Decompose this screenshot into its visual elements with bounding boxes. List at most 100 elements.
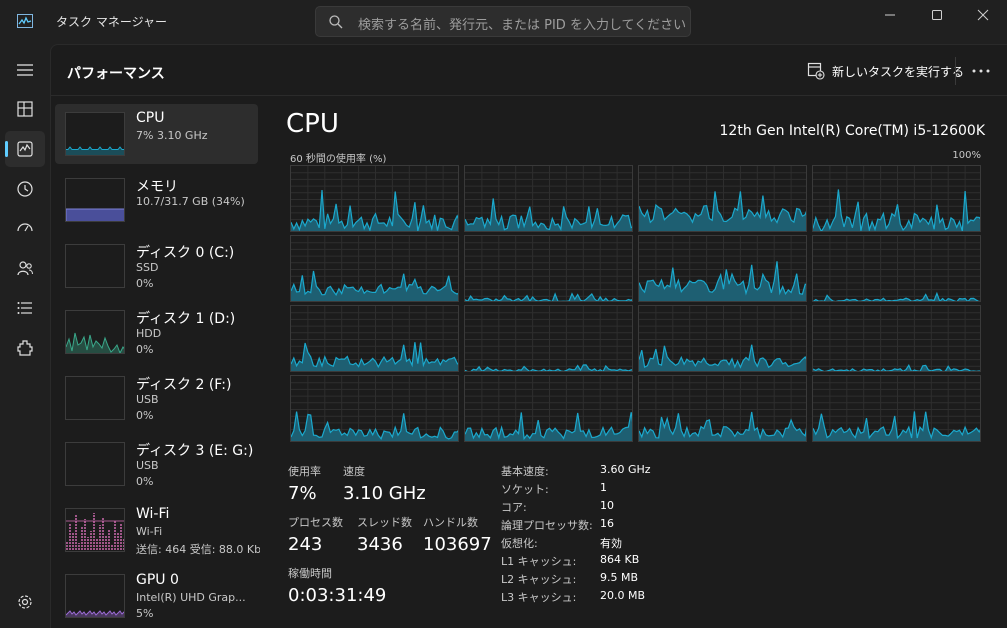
settings-icon[interactable] [17, 594, 33, 610]
cpu-core-graph-7 [812, 235, 981, 302]
spec-value: 16 [600, 517, 614, 530]
detail-title: CPU [286, 109, 339, 139]
uptime-value: 0:03:31:49 [288, 585, 387, 606]
resource-item-disk-2[interactable]: ディスク 2 (F:) USB 0% [55, 368, 258, 428]
close-icon [977, 9, 989, 21]
startup-icon [17, 223, 33, 232]
more-icon [972, 69, 990, 73]
resource-name: GPU 0 [136, 572, 179, 588]
nav-menu-toggle[interactable] [5, 52, 45, 88]
spec-label: L3 キャッシュ: [501, 591, 577, 604]
resource-name: メモリ [136, 179, 178, 195]
resource-detail-2: 送信: 464 受信: 88.0 Kbps [136, 543, 260, 556]
resource-thumbnail-graph [65, 244, 125, 288]
resource-detail-2: 0% [136, 409, 154, 422]
resource-detail-2: 5% [136, 607, 154, 620]
nav-processes[interactable] [5, 91, 45, 127]
performance-icon [17, 141, 33, 157]
resource-detail-1: Intel(R) UHD Grap... [136, 591, 246, 604]
cpu-core-graph-4 [290, 235, 459, 302]
spec-label: L2 キャッシュ: [501, 573, 577, 586]
spec-value: 3.60 GHz [600, 463, 651, 476]
maximize-button[interactable] [914, 0, 960, 32]
app-history-icon [17, 181, 33, 197]
close-button[interactable] [960, 0, 1006, 32]
nav-users[interactable] [5, 250, 45, 286]
cpu-core-graph-6 [638, 235, 807, 302]
minimize-icon [885, 14, 895, 16]
resource-thumbnail-graph [65, 508, 125, 552]
cpu-core-graph-12 [290, 375, 459, 442]
minimize-button[interactable] [867, 0, 913, 32]
usage-value: 7% [288, 483, 317, 504]
run-task-icon [807, 62, 825, 80]
header-divider [955, 57, 956, 85]
cpu-core-graph-5 [464, 235, 633, 302]
resource-item-disk-1[interactable]: ディスク 1 (D:) HDD 0% [55, 302, 258, 362]
search-placeholder[interactable]: 検索する名前、発行元、または PID を入力してください [358, 14, 686, 33]
spec-value: 20.0 MB [600, 589, 646, 602]
resource-item-disk-0[interactable]: ディスク 0 (C:) SSD 0% [55, 236, 258, 296]
handles-value: 103697 [423, 534, 492, 555]
more-options-button[interactable] [963, 57, 999, 85]
usage-label: 使用率 [288, 465, 321, 478]
resource-item-cpu[interactable]: CPU 7% 3.10 GHz [55, 104, 258, 164]
spec-label: ソケット: [501, 483, 549, 496]
header-separator [51, 95, 1007, 96]
speed-value: 3.10 GHz [343, 483, 426, 504]
services-icon [17, 340, 33, 356]
resource-item-disk-3[interactable]: ディスク 3 (E: G:) USB 0% [55, 434, 258, 494]
resource-name: ディスク 2 (F:) [136, 377, 232, 393]
app-title: タスク マネージャー [56, 15, 167, 29]
processes-icon [17, 101, 33, 117]
cpu-core-graph-1 [464, 165, 633, 232]
spec-value: 1 [600, 481, 607, 494]
resource-detail-1: SSD [136, 261, 159, 274]
active-indicator [5, 141, 8, 157]
cpu-core-graph-3 [812, 165, 981, 232]
logical-processor-graphs [290, 165, 981, 442]
resource-item-memory[interactable]: メモリ 10.7/31.7 GB (34%) [55, 170, 258, 230]
cpu-model: 12th Gen Intel(R) Core(TM) i5-12600K [719, 123, 985, 139]
search-icon [329, 15, 343, 29]
resource-thumbnail-graph [65, 178, 125, 222]
run-new-task-label: 新しいタスクを実行する [832, 65, 965, 79]
resource-detail-1: HDD [136, 327, 162, 340]
title-bar: タスク マネージャー 検索する名前、発行元、または PID を入力してください [0, 0, 1007, 44]
nav-startup-apps[interactable] [5, 210, 45, 246]
spec-label: 基本速度: [501, 465, 549, 478]
nav-services[interactable] [5, 330, 45, 366]
resource-detail-1: USB [136, 459, 159, 472]
cpu-core-graph-11 [812, 305, 981, 372]
task-manager-app-icon [17, 14, 33, 28]
nav-details[interactable] [5, 290, 45, 326]
users-icon [17, 261, 34, 276]
hamburger-icon [17, 64, 33, 76]
cpu-core-graph-8 [290, 305, 459, 372]
resource-name: CPU [136, 110, 165, 126]
nav-performance[interactable] [5, 131, 45, 167]
spec-value: 有効 [600, 537, 622, 550]
threads-label: スレッド数 [357, 516, 412, 529]
resource-detail-2: 0% [136, 277, 154, 290]
resource-detail-1: 10.7/31.7 GB (34%) [136, 195, 245, 208]
spec-label: L1 キャッシュ: [501, 555, 577, 568]
resource-thumbnail-graph [65, 574, 125, 618]
cpu-core-graph-2 [638, 165, 807, 232]
resource-item-wifi[interactable]: Wi-Fi Wi-Fi 送信: 464 受信: 88.0 Kbps [55, 500, 260, 560]
threads-value: 3436 [357, 534, 403, 555]
resource-item-gpu-0[interactable]: GPU 0 Intel(R) UHD Grap... 5% [55, 566, 258, 626]
handles-label: ハンドル数 [423, 516, 478, 529]
resource-name: ディスク 3 (E: G:) [136, 443, 254, 459]
search-box[interactable]: 検索する名前、発行元、または PID を入力してください [315, 6, 691, 37]
spec-label: コア: [501, 501, 527, 514]
processes-label: プロセス数 [288, 516, 343, 529]
resource-detail-1: Wi-Fi [136, 525, 163, 538]
spec-label: 論理プロセッサ数: [501, 519, 593, 532]
resource-thumbnail-graph [65, 442, 125, 486]
resource-detail-2: 0% [136, 343, 154, 356]
spec-value: 9.5 MB [600, 571, 639, 584]
nav-app-history[interactable] [5, 171, 45, 207]
resource-name: ディスク 0 (C:) [136, 245, 235, 261]
processes-value: 243 [288, 534, 323, 555]
